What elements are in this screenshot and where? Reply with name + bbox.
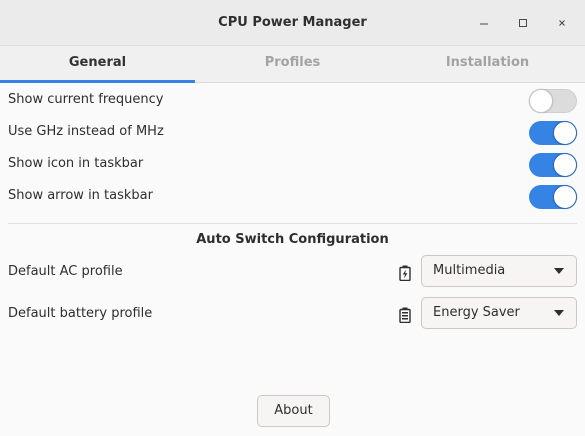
window-title: CPU Power Manager [218,15,367,30]
ac-profile-dropdown[interactable]: Multimedia [421,255,577,287]
arrow-taskbar-switch[interactable] [529,185,577,209]
icon-taskbar-switch[interactable] [529,153,577,177]
title-bar: CPU Power Manager [0,0,585,46]
tab-bar: General Profiles Installation [0,46,585,83]
ac-profile-label: Default AC profile [8,264,123,279]
ghz-switch[interactable] [529,121,577,145]
tab-profiles[interactable]: Profiles [195,46,390,82]
battery-profile-dropdown[interactable]: Energy Saver [421,297,577,329]
tab-general[interactable]: General [0,46,195,83]
app-window: CPU Power Manager General Profiles Insta… [0,0,585,436]
setting-label: Show icon in taskbar [8,156,144,171]
minimize-icon [480,23,488,25]
about-button[interactable]: About [257,395,330,427]
setting-label: Use GHz instead of MHz [8,124,164,139]
setting-row-ghz: Use GHz instead of MHz [0,116,585,148]
battery-icon [399,307,411,323]
battery-charging-icon [399,265,411,281]
current-frequency-switch[interactable] [529,89,577,113]
setting-label: Show arrow in taskbar [8,188,153,203]
battery-profile-label: Default battery profile [8,306,153,321]
minimize-button[interactable] [473,12,495,34]
dropdown-arrow-icon [554,310,564,316]
auto-switch-title: Auto Switch Configuration [196,232,389,247]
switch-knob [529,89,553,113]
ac-profile-value: Multimedia [433,263,506,278]
switch-knob [553,121,577,145]
dropdown-arrow-icon [554,268,564,274]
setting-row-arrow-taskbar: Show arrow in taskbar [0,180,585,212]
section-divider [8,223,577,224]
battery-profile-value: Energy Saver [433,305,520,320]
setting-row-current-frequency: Show current frequency [0,84,585,116]
close-button[interactable] [551,12,573,34]
close-icon [559,20,565,26]
maximize-icon [519,19,527,27]
ac-profile-row: Default AC profile Multimedia [0,254,585,290]
setting-row-icon-taskbar: Show icon in taskbar [0,148,585,180]
battery-profile-row: Default battery profile Energy Saver [0,296,585,332]
tab-installation[interactable]: Installation [390,46,585,82]
maximize-button[interactable] [512,12,534,34]
switch-knob [553,185,577,209]
setting-label: Show current frequency [8,92,164,107]
switch-knob [553,153,577,177]
